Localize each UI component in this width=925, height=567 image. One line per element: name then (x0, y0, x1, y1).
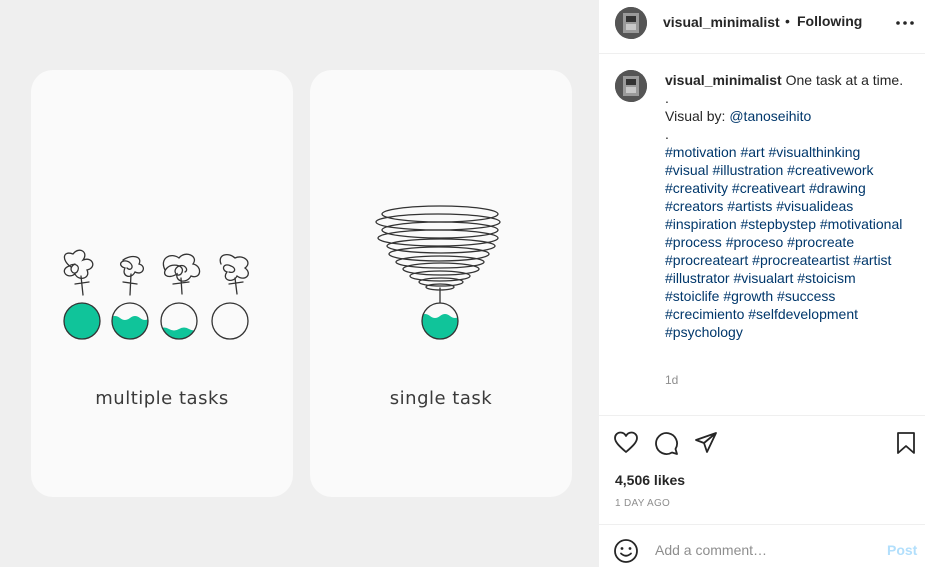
hashtag-line[interactable]: #stoiclife #growth #success (665, 287, 905, 305)
hashtag-line[interactable]: #process #proceso #procreate (665, 233, 905, 251)
hashtag-line[interactable]: #crecimiento #selfdevelopment (665, 305, 905, 323)
post-details-panel: visual_minimalist • Following visual_min… (598, 0, 925, 567)
hashtag-line[interactable]: #psychology (665, 323, 905, 341)
post-media[interactable]: multiple tasks single task (0, 0, 598, 567)
hashtag-line[interactable]: #visual #illustration #creativework (665, 161, 905, 179)
multiple-tasks-card: multiple tasks (31, 70, 293, 497)
single-task-card: single task (310, 70, 572, 497)
post-header: visual_minimalist • Following (599, 0, 925, 54)
bookmark-icon[interactable] (893, 430, 919, 456)
avatar[interactable] (615, 7, 647, 39)
visual-by-line: Visual by: @tanoseihito (665, 108, 812, 124)
comment-icon[interactable] (653, 430, 679, 456)
hashtag-line[interactable]: #creativity #creativeart #drawing (665, 179, 905, 197)
multiple-tasks-illustration (63, 249, 249, 340)
emoji-icon[interactable] (613, 538, 639, 564)
hashtag-line[interactable]: #motivation #art #visualthinking (665, 143, 905, 161)
likes-count[interactable]: 4,506 likes (615, 472, 685, 488)
hashtag-line[interactable]: #inspiration #stepbystep #motivational (665, 215, 905, 233)
mention-link[interactable]: @tanoseihito (729, 108, 811, 124)
more-options-icon[interactable] (895, 12, 915, 32)
following-button[interactable]: Following (797, 13, 862, 29)
share-icon[interactable] (693, 430, 719, 456)
single-task-illustration (375, 205, 501, 340)
caption-body: One task at a time. (785, 72, 904, 88)
single-task-label: single task (389, 388, 493, 409)
post-comment-button[interactable]: Post (887, 542, 917, 558)
action-bar: 4,506 likes 1 DAY AGO (599, 415, 925, 525)
caption-section: visual_minimalist One task at a time. . … (599, 54, 925, 416)
hashtag-line[interactable]: #illustrator #visualart #stoicism (665, 269, 905, 287)
hashtag-line[interactable]: #creators #artists #visualideas (665, 197, 905, 215)
heart-icon[interactable] (613, 430, 639, 456)
comment-bar: Post (599, 525, 925, 567)
caption-dot: . (665, 126, 669, 142)
caption-username[interactable]: visual_minimalist (665, 72, 782, 88)
caption-dot: . (665, 90, 669, 106)
avatar[interactable] (615, 70, 647, 102)
post-author-username[interactable]: visual_minimalist (663, 14, 780, 30)
caption-age[interactable]: 1d (665, 373, 678, 387)
comment-input[interactable] (655, 539, 875, 561)
post-timestamp[interactable]: 1 DAY AGO (615, 498, 670, 509)
separator-dot: • (785, 13, 790, 29)
hashtag-line[interactable]: #procreateart #procreateartist #artist (665, 251, 905, 269)
multiple-tasks-label: multiple tasks (95, 388, 229, 409)
caption-text: visual_minimalist One task at a time. . … (665, 71, 905, 341)
